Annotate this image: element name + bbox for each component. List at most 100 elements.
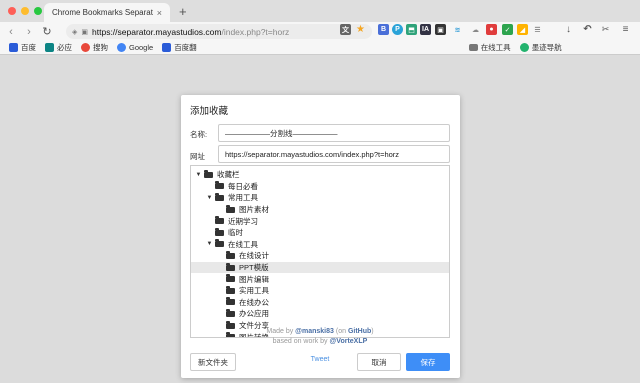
- extension-icon[interactable]: ▣: [435, 24, 446, 35]
- extension-icon[interactable]: IA: [420, 24, 431, 35]
- folder-tree-item[interactable]: 近期学习: [191, 215, 449, 227]
- star-icon[interactable]: ★: [355, 24, 366, 35]
- tab-close-icon[interactable]: ×: [157, 8, 162, 18]
- bookmark-item[interactable]: 百度翻: [162, 42, 197, 53]
- extension-icon[interactable]: ☰: [532, 24, 543, 35]
- bookmark-item[interactable]: Google: [117, 43, 153, 52]
- page-content: 添加收藏 名称: ——————分割线—————— 网址 https://sepa…: [0, 55, 640, 383]
- folder-tree-item[interactable]: ▼ 常用工具: [191, 192, 449, 204]
- extension-icon[interactable]: ⬒: [406, 24, 417, 35]
- folder-tree-item[interactable]: ▼ 在线工具: [191, 239, 449, 251]
- tweet-link[interactable]: Tweet: [311, 356, 330, 363]
- folder-label: 图片编辑: [239, 274, 269, 284]
- dialog-title: 添加收藏: [190, 106, 229, 117]
- folder-tree-item[interactable]: 图片素材: [191, 204, 449, 216]
- expand-arrow-icon[interactable]: ▼: [206, 195, 213, 201]
- folder-icon: [226, 297, 235, 306]
- folder-tree-item[interactable]: 实用工具: [191, 285, 449, 297]
- reload-icon[interactable]: ↻: [40, 25, 54, 38]
- new-tab-button[interactable]: +: [179, 4, 187, 19]
- folder-icon: [215, 181, 224, 190]
- bookmarks-bar: 百度 必应 搜狗 Google 百度翻 在线工具 墨迹导航: [0, 41, 640, 55]
- folder-tree-item[interactable]: 在线设计: [191, 250, 449, 262]
- extension-icon[interactable]: ☁: [470, 24, 481, 35]
- url-path: /index.php?t=horz: [221, 26, 290, 37]
- footer-made-by: Made by @manski83 (on GitHub): [266, 328, 374, 335]
- extension-icon[interactable]: P: [392, 24, 403, 35]
- folder-label: 在线办公: [239, 297, 269, 307]
- forward-icon[interactable]: ›: [22, 26, 36, 38]
- folder-icon: [226, 285, 235, 294]
- folder-tree-item[interactable]: 图片编辑: [191, 273, 449, 285]
- sogou-icon: [81, 43, 90, 52]
- original-author-link[interactable]: @VorteXLP: [329, 338, 367, 345]
- baidu-icon: [9, 43, 18, 52]
- url-label: 网址: [190, 152, 205, 161]
- browser-chrome: Chrome Bookmarks Separator × + ‹ › ↻ ◈ ▣…: [0, 0, 640, 55]
- folder-label: 办公应用: [239, 309, 269, 319]
- footer-tweet: Tweet: [0, 356, 640, 363]
- extension-icon[interactable]: ◢: [517, 24, 528, 35]
- folder-label: 收藏栏: [217, 170, 240, 180]
- download-icon[interactable]: ↓: [563, 24, 574, 35]
- folder-tree-item[interactable]: PPT模版: [191, 261, 449, 274]
- shield-icon[interactable]: ◈: [72, 28, 77, 36]
- folder-tree[interactable]: ▼ 收藏栏 每日必看 ▼ 常用工具 图片素材 近期学习临时 ▼ 在线工具在线设计 PPT模版 图片编…: [190, 165, 450, 338]
- bookmark-item[interactable]: 必应: [45, 42, 72, 53]
- menu-icon[interactable]: ≡: [620, 24, 631, 35]
- tab-strip: Chrome Bookmarks Separator × +: [0, 0, 640, 22]
- tab-title: Chrome Bookmarks Separator: [52, 8, 153, 17]
- url-input[interactable]: https://separator.mayastudios.com/index.…: [218, 145, 450, 163]
- bookmark-item[interactable]: 墨迹导航: [519, 42, 562, 53]
- folder-tree-item[interactable]: ▼ 收藏栏: [191, 169, 449, 181]
- name-label: 名称:: [190, 130, 208, 139]
- folder-icon: [226, 250, 235, 259]
- back-icon[interactable]: ‹: [4, 26, 18, 38]
- name-input[interactable]: ——————分割线——————: [218, 124, 450, 142]
- folder-label: 在线设计: [239, 251, 269, 261]
- github-link[interactable]: GitHub: [348, 328, 371, 335]
- author-link[interactable]: @manski83: [295, 328, 334, 335]
- folder-tree-item[interactable]: 每日必看: [191, 181, 449, 193]
- folder-icon: [215, 192, 224, 201]
- window-controls: [8, 7, 42, 15]
- folder-label: 近期学习: [228, 216, 258, 226]
- folder-icon: [226, 308, 235, 317]
- lock-icon[interactable]: ▣: [81, 28, 88, 36]
- folder-tree-item[interactable]: 办公应用: [191, 308, 449, 320]
- folder-label: PPT模版: [239, 263, 269, 273]
- scissors-icon[interactable]: ✂: [600, 24, 611, 35]
- folder-icon: [215, 227, 224, 236]
- url-host: https://separator.mayastudios.com: [92, 26, 222, 37]
- extension-icon[interactable]: ●: [486, 24, 497, 35]
- folder-tree-item[interactable]: 临时: [191, 227, 449, 239]
- folder-icon: [468, 44, 478, 51]
- google-icon: [117, 43, 126, 52]
- translate-icon[interactable]: 文: [340, 24, 351, 35]
- folder-label: 图片素材: [239, 205, 269, 215]
- folder-icon: [226, 262, 235, 271]
- browser-tab[interactable]: Chrome Bookmarks Separator ×: [44, 3, 170, 22]
- bookmark-item[interactable]: 百度: [9, 42, 36, 53]
- expand-arrow-icon[interactable]: ▼: [206, 241, 213, 247]
- add-bookmark-dialog: 添加收藏 名称: ——————分割线—————— 网址 https://sepa…: [181, 95, 460, 378]
- undo-icon[interactable]: ↶: [582, 24, 593, 35]
- minimize-window-button[interactable]: [21, 7, 29, 15]
- bookmark-folder[interactable]: 在线工具: [468, 42, 511, 53]
- folder-tree-item[interactable]: 在线办公: [191, 297, 449, 309]
- maximize-window-button[interactable]: [34, 7, 42, 15]
- close-window-button[interactable]: [8, 7, 16, 15]
- folder-icon: [215, 239, 224, 248]
- bookmark-item[interactable]: 搜狗: [81, 42, 108, 53]
- folder-icon: [226, 274, 235, 283]
- extension-icon[interactable]: B: [378, 24, 389, 35]
- wifi-icon[interactable]: ≋: [452, 24, 463, 35]
- address-bar[interactable]: ◈ ▣ https://separator.mayastudios.com /i…: [66, 24, 372, 39]
- shield-icon[interactable]: ✓: [502, 24, 513, 35]
- folder-label: 在线工具: [228, 239, 258, 249]
- bing-icon: [45, 43, 54, 52]
- folder-icon: [204, 169, 213, 178]
- expand-arrow-icon[interactable]: ▼: [195, 172, 202, 178]
- browser-toolbar: ‹ › ↻ ◈ ▣ https://separator.mayastudios.…: [0, 22, 640, 41]
- folder-label: 临时: [228, 228, 243, 238]
